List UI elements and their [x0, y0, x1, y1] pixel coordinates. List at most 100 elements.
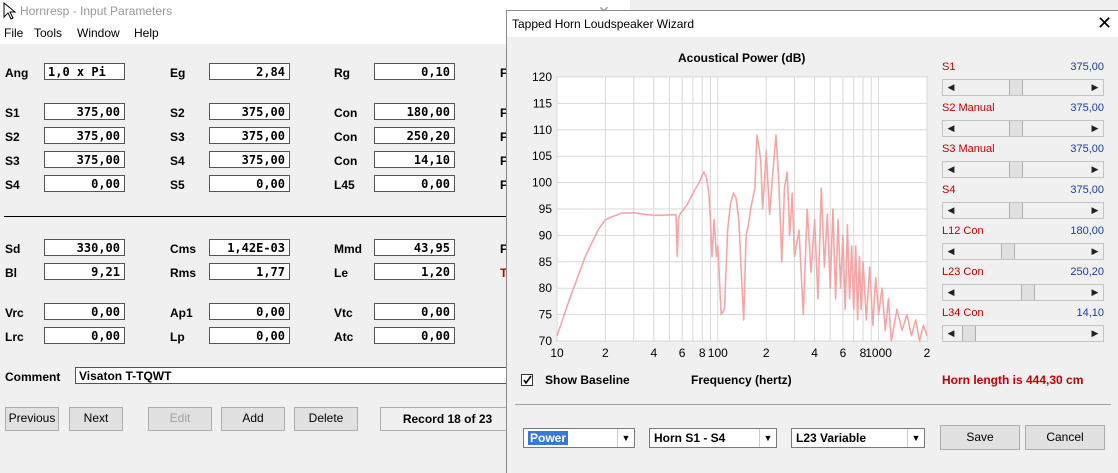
slider-thumb[interactable]	[1009, 162, 1023, 177]
x-tick-label: 4	[650, 346, 657, 360]
param-field[interactable]: 0,00	[44, 303, 125, 320]
arrow-right-icon[interactable]: ▶	[1087, 285, 1103, 300]
slider-label: L34 Con	[942, 307, 984, 319]
menu-help[interactable]: Help	[134, 26, 159, 40]
param-field[interactable]: 1,42E-03	[209, 239, 290, 256]
param-field[interactable]: 0,00	[374, 303, 455, 320]
param-label: Cms	[170, 242, 197, 256]
x-tick-label: 10	[550, 346, 564, 360]
arrow-left-icon[interactable]: ◀	[943, 80, 959, 95]
comment-field[interactable]: Visaton T-TQWT	[75, 367, 515, 384]
save-button[interactable]: Save	[940, 425, 1020, 450]
param-label: Mmd	[334, 242, 362, 256]
param-label: S5	[170, 178, 185, 192]
dialog-title: Tapped Horn Loudspeaker Wizard	[512, 17, 695, 31]
slider-thumb[interactable]	[1009, 121, 1023, 136]
slider-label: L12 Con	[942, 225, 984, 237]
param-field[interactable]: 43,95	[374, 239, 455, 256]
param-field[interactable]: 330,00	[44, 239, 125, 256]
y-tick-label: 100	[532, 176, 552, 190]
slider-l23-con[interactable]: ◀ ▶	[942, 284, 1104, 301]
y-tick-label: 110	[533, 123, 552, 137]
param-field[interactable]: 0,00	[374, 327, 455, 344]
slider-s1[interactable]: ◀ ▶	[942, 79, 1104, 96]
slider-s2-manual[interactable]: ◀ ▶	[942, 120, 1104, 137]
slider-s3-manual[interactable]: ◀ ▶	[942, 161, 1104, 178]
param-label: S2	[170, 106, 185, 120]
slider-label: S2 Manual	[942, 102, 995, 114]
param-field[interactable]: 0,00	[209, 175, 290, 192]
param-field[interactable]: 0,00	[209, 327, 290, 344]
arrow-right-icon[interactable]: ▶	[1087, 244, 1103, 259]
x-tick-label: 2	[602, 346, 609, 360]
menu-tools[interactable]: Tools	[34, 26, 62, 40]
menu-window[interactable]: Window	[77, 26, 120, 40]
param-label: S3	[170, 130, 185, 144]
slider-value: 375,00	[1070, 61, 1104, 73]
previous-button[interactable]: Previous	[5, 407, 59, 431]
next-button[interactable]: Next	[69, 407, 123, 431]
param-field[interactable]: 375,00	[44, 151, 125, 168]
slider-label: S1	[942, 61, 956, 73]
param-field[interactable]: 0,00	[44, 327, 125, 344]
x-tick-label: 4	[811, 346, 818, 360]
close-icon[interactable]: ✕	[1097, 14, 1112, 32]
param-field[interactable]: 375,00	[209, 151, 290, 168]
param-label: Sd	[5, 242, 21, 256]
slider-value: 180,00	[1070, 225, 1104, 237]
param-label: S4	[5, 178, 20, 192]
variable-select[interactable]: L23 Variable ▼	[791, 428, 925, 448]
arrow-left-icon[interactable]: ◀	[943, 203, 959, 218]
param-field[interactable]: 375,00	[209, 127, 290, 144]
param-field[interactable]: 375,00	[44, 127, 125, 144]
param-field[interactable]: 0,00	[44, 175, 125, 192]
param-field[interactable]: 2,84	[209, 63, 290, 80]
param-label: Ap1	[170, 306, 193, 320]
chevron-down-icon: ▼	[907, 429, 924, 447]
param-field[interactable]: 14,10	[374, 151, 455, 168]
arrow-right-icon[interactable]: ▶	[1087, 326, 1103, 341]
arrow-left-icon[interactable]: ◀	[943, 121, 959, 136]
param-field[interactable]: 1,20	[374, 263, 455, 280]
param-field[interactable]: 1,0 x Pi	[44, 63, 125, 80]
edit-button[interactable]: Edit	[148, 407, 212, 431]
param-field[interactable]: 180,00	[374, 103, 455, 120]
arrow-left-icon[interactable]: ◀	[943, 285, 959, 300]
param-field[interactable]: 0,10	[374, 63, 455, 80]
horn-select[interactable]: Horn S1 - S4 ▼	[649, 428, 777, 448]
param-field[interactable]: 375,00	[44, 103, 125, 120]
slider-thumb[interactable]	[1001, 244, 1015, 259]
slider-thumb[interactable]	[962, 326, 976, 341]
menu-file[interactable]: File	[4, 26, 23, 40]
slider-s4[interactable]: ◀ ▶	[942, 202, 1104, 219]
add-button[interactable]: Add	[221, 407, 285, 431]
slider-value: 250,20	[1070, 266, 1104, 278]
arrow-right-icon[interactable]: ▶	[1087, 80, 1103, 95]
slider-l34-con[interactable]: ◀ ▶	[942, 325, 1104, 342]
divider	[4, 216, 507, 217]
param-field[interactable]: 1,77	[209, 263, 290, 280]
param-field[interactable]: 375,00	[209, 103, 290, 120]
arrow-left-icon[interactable]: ◀	[943, 162, 959, 177]
slider-l12-con[interactable]: ◀ ▶	[942, 243, 1104, 260]
arrow-right-icon[interactable]: ▶	[1087, 203, 1103, 218]
slider-thumb[interactable]	[1009, 203, 1023, 218]
arrow-right-icon[interactable]: ▶	[1087, 121, 1103, 136]
param-field[interactable]: 9,21	[44, 263, 125, 280]
param-field[interactable]: 250,20	[374, 127, 455, 144]
y-tick-label: 105	[532, 149, 552, 163]
slider-thumb[interactable]	[1021, 285, 1035, 300]
param-label: Ang	[5, 66, 29, 80]
arrow-left-icon[interactable]: ◀	[943, 244, 959, 259]
param-field[interactable]: 0,00	[374, 175, 455, 192]
cancel-button[interactable]: Cancel	[1025, 425, 1105, 450]
mode-select[interactable]: Power ▼	[523, 428, 635, 448]
show-baseline-checkbox[interactable]	[521, 374, 533, 386]
delete-button[interactable]: Delete	[294, 407, 358, 431]
show-baseline-label[interactable]: Show Baseline	[545, 373, 630, 387]
slider-thumb[interactable]	[1009, 80, 1023, 95]
arrow-right-icon[interactable]: ▶	[1087, 162, 1103, 177]
y-tick-label: 85	[539, 255, 553, 269]
param-field[interactable]: 0,00	[209, 303, 290, 320]
arrow-left-icon[interactable]: ◀	[943, 326, 959, 341]
